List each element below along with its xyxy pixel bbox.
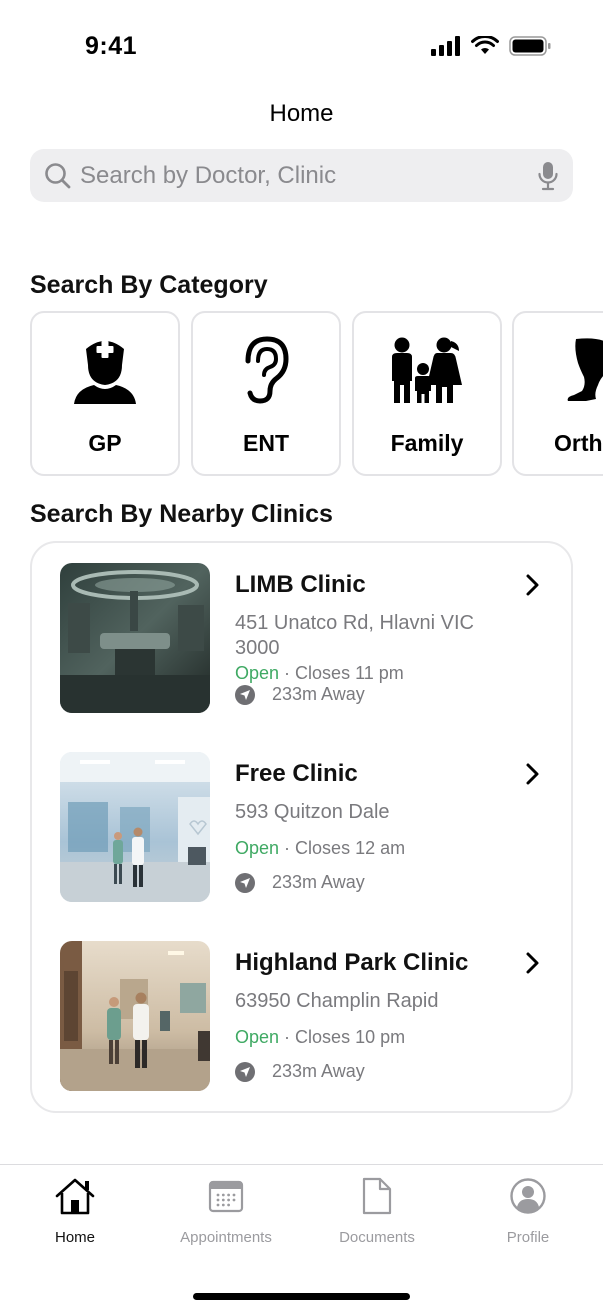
battery-icon: [509, 36, 551, 56]
clinics-list: LIMB Clinic 451 Unatco Rd, Hlavni VIC 30…: [30, 541, 573, 1113]
home-indicator[interactable]: [193, 1293, 410, 1300]
location-arrow-icon: [235, 1061, 255, 1082]
clinic-card-limb[interactable]: LIMB Clinic 451 Unatco Rd, Hlavni VIC 30…: [60, 563, 572, 715]
clinic-card-highland-park[interactable]: Highland Park Clinic 63950 Champlin Rapi…: [60, 941, 572, 1093]
category-label-family: Family: [390, 430, 464, 456]
clinics-section-title: Search By Nearby Clinics: [30, 500, 333, 528]
tab-home[interactable]: Home: [0, 1175, 150, 1246]
chevron-right-icon[interactable]: [525, 762, 541, 786]
category-label-orth: Orth: [554, 430, 603, 456]
clinic-hours: Open · Closes 12 am: [235, 838, 405, 859]
clinic-image: [60, 752, 210, 902]
clinic-name: Free Clinic: [235, 760, 358, 787]
clinic-image: [60, 563, 210, 713]
cellular-signal-icon: [431, 36, 460, 56]
clinic-card-free[interactable]: Free Clinic 593 Quitzon Dale Open · Clos…: [60, 752, 572, 904]
status-bar: 9:41: [0, 0, 603, 90]
distance-text: 233m Away: [272, 872, 365, 892]
clinic-image: [60, 941, 210, 1091]
search-bar[interactable]: [30, 149, 573, 202]
distance-text: 233m Away: [272, 684, 365, 704]
calendar-icon: [208, 1180, 244, 1213]
tab-label-appointments: Appointments: [180, 1229, 272, 1246]
separator-dot: ·: [279, 838, 296, 858]
location-arrow-icon: [235, 872, 255, 893]
ear-icon: [245, 336, 289, 404]
wifi-icon: [471, 36, 499, 54]
tab-label-documents: Documents: [339, 1229, 415, 1246]
category-card-orth[interactable]: Orth: [512, 311, 603, 476]
tab-profile[interactable]: Profile: [453, 1175, 603, 1246]
clinic-name: Highland Park Clinic: [235, 949, 469, 976]
open-status: Open: [235, 838, 280, 858]
home-icon: [55, 1178, 95, 1215]
tab-documents[interactable]: Documents: [302, 1175, 452, 1246]
closing-time: Closes 11 pm: [295, 663, 404, 683]
status-icons: [431, 36, 551, 56]
clinic-name: LIMB Clinic: [235, 571, 366, 598]
tab-label-profile: Profile: [506, 1229, 550, 1246]
clinic-hours: Open · Closes 10 pm: [235, 1027, 405, 1048]
microphone-icon[interactable]: [537, 161, 559, 191]
search-input[interactable]: [80, 157, 520, 194]
location-arrow-icon: [235, 684, 255, 705]
chevron-right-icon[interactable]: [525, 951, 541, 975]
distance-text: 233m Away: [272, 1061, 365, 1081]
clinic-distance: 233m Away: [235, 872, 365, 893]
tab-appointments[interactable]: Appointments: [151, 1175, 301, 1246]
search-icon: [45, 163, 71, 189]
clinic-address: 593 Quitzon Dale: [235, 801, 390, 823]
open-status: Open: [235, 663, 280, 683]
chevron-right-icon[interactable]: [525, 573, 541, 597]
closing-time: Closes 10 pm: [295, 1027, 406, 1047]
tab-label-home: Home: [54, 1229, 95, 1246]
document-icon: [362, 1177, 392, 1215]
clinic-address: 451 Unatco Rd, Hlavni VIC 3000: [235, 612, 475, 659]
leg-icon: [567, 338, 603, 401]
category-card-family[interactable]: Family: [352, 311, 502, 476]
clinic-distance: 233m Away: [235, 1061, 365, 1082]
category-label-gp: GP: [88, 430, 122, 456]
closing-time: Closes 12 am: [295, 838, 406, 858]
category-label-ent: ENT: [243, 430, 289, 456]
clinic-distance: 233m Away: [235, 684, 365, 705]
separator-dot: ·: [279, 663, 296, 683]
page-title: Home: [269, 100, 334, 127]
profile-icon: [510, 1178, 546, 1214]
family-icon: [392, 337, 462, 403]
clinic-address: 63950 Champlin Rapid: [235, 990, 439, 1012]
clinic-hours: Open · Closes 11 pm: [235, 663, 404, 684]
separator-dot: ·: [279, 1027, 296, 1047]
open-status: Open: [235, 1027, 280, 1047]
category-card-gp[interactable]: GP: [30, 311, 180, 476]
category-section-title: Search By Category: [30, 271, 268, 299]
category-carousel[interactable]: GP ENT Family Orth: [30, 311, 603, 477]
category-card-ent[interactable]: ENT: [191, 311, 341, 476]
doctor-icon: [74, 341, 136, 404]
tab-bar: Home Appointments Documents Profile: [0, 1164, 603, 1311]
status-time: 9:41: [85, 32, 138, 60]
